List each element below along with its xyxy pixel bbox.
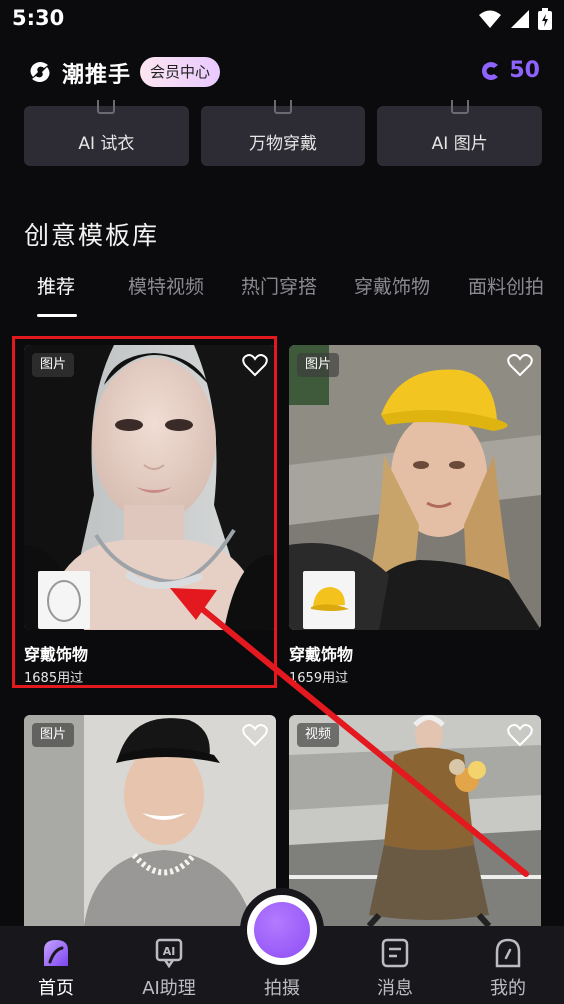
ai-assistant-icon: AI — [155, 938, 183, 968]
shoot-label: 拍摄 — [264, 978, 300, 999]
tool-ai-image[interactable]: AI 图片 — [377, 100, 543, 166]
tool-ai-tryon[interactable]: AI 试衣 — [24, 100, 189, 166]
template-card[interactable]: 图片 穿戴饰物 1659用过 — [289, 345, 541, 686]
media-type-badge: 图片 — [297, 353, 340, 377]
section-title: 创意模板库 — [24, 221, 160, 250]
tool-row: AI 试衣 万物穿戴 AI 图片 — [24, 100, 543, 166]
category-tabs: 推荐 模特视频 热门穿搭 穿戴饰物 面料创拍 — [0, 268, 564, 320]
member-center-button[interactable]: 会员中心 — [140, 57, 221, 87]
nav-label: 首页 — [38, 978, 74, 999]
nav-messages[interactable]: 消息 — [350, 926, 440, 1004]
tool-label: 万物穿戴 — [249, 133, 317, 154]
tool-label: AI 图片 — [431, 133, 488, 154]
favorite-heart-icon[interactable] — [507, 353, 533, 377]
tool-wear-anything[interactable]: 万物穿戴 — [200, 100, 366, 166]
profile-icon — [495, 938, 521, 968]
nav-label: 我的 — [490, 978, 526, 999]
template-card[interactable]: 视频 — [289, 715, 541, 926]
nav-label: 消息 — [377, 978, 413, 999]
coin-value: 50 — [509, 58, 540, 83]
coin-icon — [482, 61, 499, 80]
app-title: 潮推手 — [62, 63, 132, 88]
template-card[interactable]: 图片 — [24, 715, 276, 926]
app-logo-icon — [30, 62, 50, 82]
status-bar: 5:30 — [0, 0, 564, 38]
tab-indicator — [37, 314, 77, 317]
favorite-heart-icon[interactable] — [242, 723, 268, 747]
tab-recommended[interactable]: 推荐 — [37, 272, 75, 299]
card-image: 图片 — [24, 715, 276, 926]
image-icon — [450, 100, 469, 114]
battery-icon — [538, 8, 552, 30]
product-thumbnail — [303, 571, 355, 629]
media-type-badge: 图片 — [32, 723, 75, 747]
wifi-icon — [479, 10, 501, 28]
app-header: 潮推手 会员中心 50 — [0, 48, 564, 96]
tryon-icon — [97, 100, 116, 114]
shoot-button-core[interactable] — [254, 902, 310, 958]
tab-hot-outfits[interactable]: 热门穿搭 — [241, 272, 317, 299]
signal-icon — [511, 10, 529, 28]
usage-count: 1659用过 — [289, 671, 349, 686]
nav-profile[interactable]: 我的 — [463, 926, 553, 1004]
messages-icon — [381, 938, 409, 968]
tab-accessories[interactable]: 穿戴饰物 — [354, 272, 430, 299]
card-image: 视频 — [289, 715, 541, 926]
status-icons — [478, 8, 552, 30]
svg-text:AI: AI — [163, 945, 176, 958]
tab-model-video[interactable]: 模特视频 — [128, 272, 204, 299]
highlight-box — [12, 336, 277, 688]
status-time: 5:30 — [12, 6, 65, 30]
favorite-heart-icon[interactable] — [507, 723, 533, 747]
card-title: 穿戴饰物 — [289, 645, 354, 664]
media-type-badge: 视频 — [297, 723, 340, 747]
coin-balance[interactable]: 50 — [479, 58, 540, 83]
nav-ai-assistant[interactable]: AI AI助理 — [124, 926, 214, 1004]
card-image: 图片 — [289, 345, 541, 630]
nav-home[interactable]: 首页 — [11, 926, 101, 1004]
home-icon — [44, 940, 68, 966]
tool-label: AI 试衣 — [78, 133, 135, 154]
nav-label: AI助理 — [142, 978, 196, 999]
wear-icon — [274, 100, 292, 114]
tab-fabric[interactable]: 面料创拍 — [468, 272, 544, 299]
